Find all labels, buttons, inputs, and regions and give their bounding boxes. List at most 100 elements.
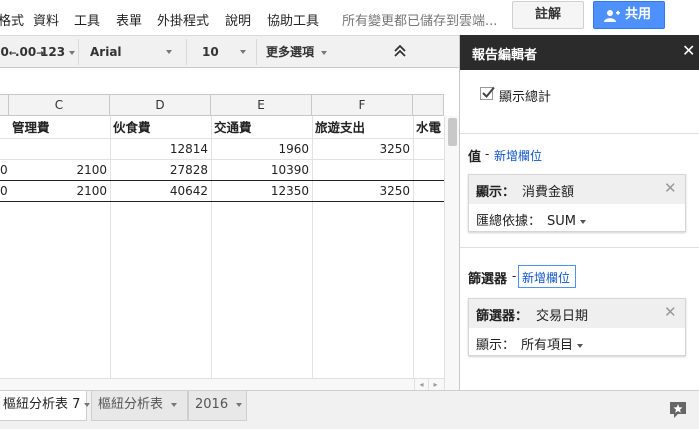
toolbar-divider [186,39,187,65]
increase-decimal-label: .00 [15,45,37,59]
close-icon[interactable]: ✕ [682,41,695,60]
panel-title: 報告編輯者 [472,48,538,63]
table-cell[interactable]: 旅遊支出 [312,118,413,138]
chevron-down-icon [166,50,172,54]
menu-help[interactable]: 說明 [225,10,251,29]
chevron-down-icon [236,402,243,407]
values-add-field-link[interactable]: 新增欄位 [494,147,542,164]
value-field-name: 消費金額 [522,185,575,200]
table-cell[interactable]: 40642 [110,181,211,201]
font-select[interactable]: Arial [90,36,178,68]
column-header-d[interactable]: D [110,95,211,115]
more-formats-label: 123 [40,45,66,59]
table-cell[interactable] [312,160,413,180]
filter-field-card: 篩選器： 交易日期 ✕ 顯示： 所有項目 [468,298,686,356]
table-row: 0 2100 40642 12350 3250 [0,181,444,202]
table-cell[interactable]: 3250 [312,181,413,201]
share-button-label: 共用 [625,7,652,22]
sheet-grid: C D E F 管理費 伙食費 交通費 旅遊支出 水電 12814 1960 3… [0,68,459,398]
more-options-button[interactable]: 更多選項 [266,36,328,68]
table-cell[interactable]: 3250 [312,139,413,159]
menu-tools[interactable]: 工具 [74,10,100,29]
more-formats-button[interactable]: 123 [40,36,76,68]
chevron-down-icon [69,50,76,55]
summarize-by-label: 匯總依據： [476,214,542,229]
more-options-label: 更多選項 [266,45,315,59]
scroll-right-icon[interactable]: ▸ [428,379,442,390]
sheet-tab-label: 樞紐分析表 7 [3,397,81,412]
menu-data[interactable]: 資料 [33,10,59,29]
toolbar-divider [78,39,79,65]
table-cell[interactable]: 12350 [211,181,312,201]
chevron-down-icon [84,402,91,407]
value-field-card: 顯示： 消費金額 ✕ 匯總依據： SUM [468,174,686,232]
table-cell[interactable]: 2100 [9,160,110,180]
section-dash: - [485,147,490,161]
show-total-label[interactable]: 顯示總計 [499,86,551,105]
sheet-tab-label: 2016 [195,397,229,412]
table-cell[interactable]: 12814 [110,139,211,159]
show-total-checkbox[interactable] [480,86,495,100]
table-cell[interactable]: 27828 [110,160,211,180]
decrease-decimal-label: .0 [0,45,9,59]
collapse-toolbar-button[interactable] [394,44,406,59]
table-row: 管理費 伙食費 交通費 旅遊支出 水電 [0,118,444,139]
chevron-down-icon [580,219,586,224]
decrease-decimal-button[interactable]: .0← [0,36,16,68]
add-field-focus-outline [518,265,576,288]
filter-show-label: 顯示： [476,338,516,353]
table-cell[interactable]: 管理費 [9,118,110,138]
report-editor-panel: 報告編輯者 ✕ 顯示總計 值 - 新增欄位 顯示： 消費金額 ✕ 匯總依據： SU… [459,35,699,390]
menu-format[interactable]: 格式 [0,10,24,29]
summarize-by-select[interactable]: 匯總依據： SUM [476,210,586,229]
sheet-tab-pivot[interactable]: 樞紐分析表 [91,391,188,421]
menu-add-ons[interactable]: 外掛程式 [157,10,209,29]
toolbar-divider [256,39,257,65]
font-size-select[interactable]: 10 [202,36,250,68]
filter-field-key: 篩選器： [476,309,529,324]
chevron-down-icon [577,343,584,348]
column-header[interactable] [0,95,9,115]
column-header-f[interactable]: F [312,95,413,115]
section-divider [460,247,699,248]
table-cell[interactable]: 1960 [211,139,312,159]
scrollbar-thumb[interactable] [448,118,457,146]
horizontal-scrollbar[interactable]: ◂ ▸ [0,378,444,390]
toolbar: .0← .00→ 123 Arial 10 更多選項 [0,35,459,68]
table-cell[interactable]: 2100 [9,181,110,201]
comment-button[interactable]: 註解 [512,1,584,29]
filter-show-select[interactable]: 顯示： 所有項目 [476,334,584,353]
save-status[interactable]: 所有變更都已儲存到雲端... [342,10,497,29]
summarize-by-value: SUM [547,214,576,229]
column-header-e[interactable]: E [211,95,312,115]
double-chevron-up-icon [394,44,406,57]
menu-bar: 格式 資料 工具 表單 外掛程式 說明 協助工具 所有變更都已儲存到雲端... … [0,0,699,35]
column-header-c[interactable]: C [9,95,110,115]
sheet-tab-label: 樞紐分析表 [98,397,164,412]
column-header-row: C D E F [0,94,444,116]
values-section-title: 值 [468,150,482,165]
sheet-tab-2016[interactable]: 2016 [188,391,247,421]
checkmark-icon [482,86,495,98]
explore-chat-icon[interactable] [669,401,687,423]
table-cell[interactable]: 伙食費 [110,118,211,138]
menu-accessibility[interactable]: 協助工具 [267,10,319,29]
table-cell[interactable] [9,139,110,159]
table-cell[interactable]: 10390 [211,160,312,180]
table-row: 12814 1960 3250 [0,139,444,160]
close-icon[interactable]: ✕ [664,179,677,197]
vertical-scrollbar[interactable] [444,116,459,398]
total-row-bottom-border [0,201,444,202]
table-cell[interactable]: 交通費 [211,118,312,138]
menu-forms[interactable]: 表單 [116,10,142,29]
filter-field-name: 交易日期 [536,309,589,324]
table-cell[interactable]: 水電 [413,118,444,138]
chevron-down-icon [321,50,328,55]
share-button[interactable]: 共用 [593,1,665,29]
column-header[interactable] [413,95,444,115]
card-header: 顯示： 消費金額 ✕ [469,175,685,204]
close-icon[interactable]: ✕ [664,303,677,321]
font-size-value: 10 [202,45,219,59]
scroll-left-icon[interactable]: ◂ [414,379,428,390]
sheet-tab-pivot-7[interactable]: 樞紐分析表 7 [0,391,91,421]
